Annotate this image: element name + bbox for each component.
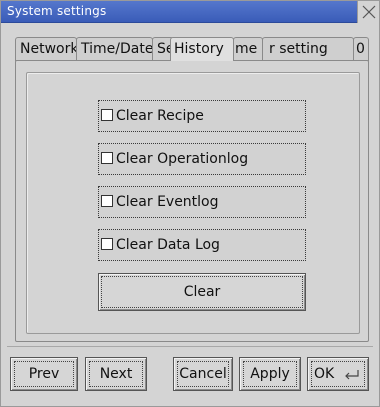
tab-label: me <box>235 41 258 57</box>
tab-label: History <box>174 41 224 57</box>
tab-network[interactable]: Network <box>15 37 77 61</box>
tab-label: r setting <box>269 41 328 57</box>
cancel-button-label: Cancel <box>179 366 227 382</box>
next-button[interactable]: Next <box>85 357 147 391</box>
title-bar[interactable]: System settings <box>1 1 379 23</box>
apply-button[interactable]: Apply <box>239 357 301 391</box>
tab-overflow[interactable]: 0 <box>353 37 369 61</box>
tab-time-date[interactable]: Time/Date <box>76 37 153 61</box>
clear-button-label: Clear <box>183 284 221 300</box>
ok-button-label: OK <box>314 366 335 382</box>
clear-data-log-label: Clear Data Log <box>116 237 220 253</box>
prev-button[interactable]: Prev <box>10 357 78 391</box>
clear-operationlog-option[interactable]: Clear Operationlog <box>98 143 306 175</box>
footer-divider <box>7 346 373 347</box>
enter-key-icon <box>345 370 359 380</box>
clear-recipe-label: Clear Recipe <box>116 108 204 124</box>
tab-me[interactable]: me <box>233 37 263 61</box>
clear-data-log-option[interactable]: Clear Data Log <box>98 229 306 261</box>
tab-label: Network <box>20 41 77 57</box>
system-settings-window: System settings Network Time/Date Se His… <box>0 0 380 407</box>
cancel-button[interactable]: Cancel <box>173 357 233 391</box>
history-tab-panel: Clear Recipe Clear Operationlog Clear Ev… <box>15 60 369 342</box>
clear-recipe-checkbox[interactable] <box>101 109 113 121</box>
tab-label: 0 <box>356 41 365 57</box>
apply-button-label: Apply <box>250 366 290 382</box>
clear-button[interactable]: Clear <box>98 273 306 311</box>
prev-button-label: Prev <box>28 366 60 382</box>
tab-user-setting[interactable]: r setting <box>262 37 354 61</box>
clear-data-log-checkbox[interactable] <box>101 238 113 250</box>
settings-tab-bar: Network Time/Date Se History me r settin… <box>15 37 369 61</box>
close-x-icon <box>362 5 376 19</box>
clear-eventlog-option[interactable]: Clear Eventlog <box>98 186 306 218</box>
next-button-label: Next <box>99 366 133 382</box>
tab-history[interactable]: History <box>170 37 234 61</box>
ok-button[interactable]: OK <box>307 357 369 391</box>
window-title: System settings <box>7 4 107 18</box>
clear-operationlog-label: Clear Operationlog <box>116 151 249 167</box>
close-button[interactable] <box>357 1 379 23</box>
tab-label: Time/Date <box>81 41 153 57</box>
clear-recipe-option[interactable]: Clear Recipe <box>98 100 306 132</box>
clear-eventlog-checkbox[interactable] <box>101 195 113 207</box>
clear-operationlog-checkbox[interactable] <box>101 152 113 164</box>
clear-eventlog-label: Clear Eventlog <box>116 194 219 210</box>
